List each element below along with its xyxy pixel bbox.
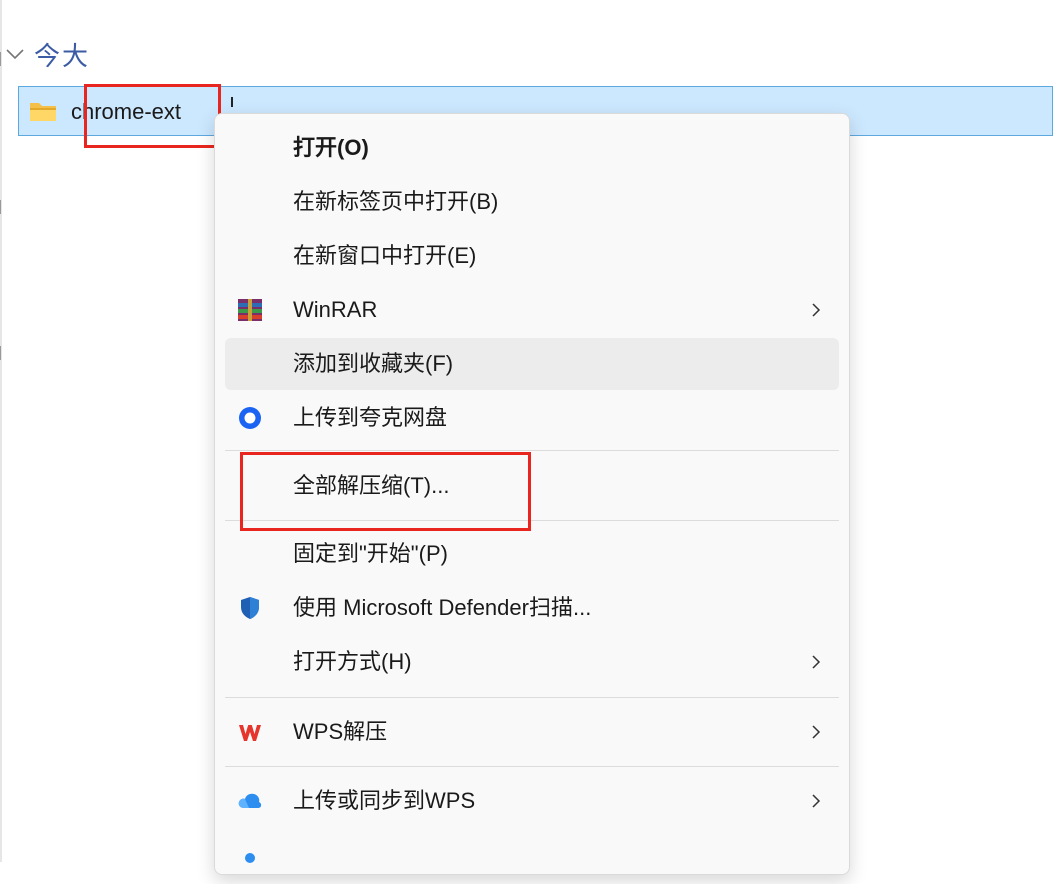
- menu-item-partial: [225, 832, 839, 884]
- menu-item-label: 在新窗口中打开(E): [293, 243, 477, 268]
- annotation-box-filename: [84, 84, 221, 148]
- menu-item-open-new-tab[interactable]: 在新标签页中打开(B): [225, 176, 839, 228]
- menu-item-open-with[interactable]: 打开方式(H): [225, 636, 839, 688]
- folder-icon: [30, 103, 56, 121]
- edge-mark: [0, 200, 7, 214]
- menu-separator: [225, 450, 839, 451]
- menu-item-label: 在新标签页中打开(B): [293, 189, 499, 214]
- menu-item-upload-quark[interactable]: 上传到夸克网盘: [225, 392, 839, 444]
- text-caret: [231, 97, 233, 107]
- winrar-icon: [238, 299, 262, 321]
- menu-item-open-new-window[interactable]: 在新窗口中打开(E): [225, 230, 839, 282]
- chevron-right-icon: [812, 655, 821, 669]
- menu-item-add-favorites[interactable]: 添加到收藏夹(F): [225, 338, 839, 390]
- menu-separator: [225, 766, 839, 767]
- chevron-right-icon: [812, 303, 821, 317]
- quark-drive-icon: [239, 407, 261, 429]
- edge-mark: [0, 346, 7, 360]
- menu-item-wps-extract[interactable]: WPS解压: [225, 706, 839, 758]
- menu-item-label: 上传到夸克网盘: [293, 405, 448, 430]
- annotation-box-extract-all: [240, 452, 531, 531]
- chevron-right-icon: [812, 794, 821, 808]
- menu-item-label: 固定到"开始"(P): [293, 541, 448, 566]
- menu-item-winrar[interactable]: WinRAR: [225, 284, 839, 336]
- defender-shield-icon: [241, 597, 259, 619]
- menu-separator: [225, 697, 839, 698]
- menu-item-label: 打开方式(H): [293, 649, 412, 674]
- partial-icon: [245, 853, 255, 863]
- menu-item-label: WinRAR: [293, 297, 378, 322]
- menu-item-label: 添加到收藏夹(F): [293, 351, 454, 376]
- menu-item-open[interactable]: 打开(O): [225, 122, 839, 174]
- menu-item-label: 使用 Microsoft Defender扫描...: [293, 595, 592, 620]
- menu-item-label: WPS解压: [293, 719, 388, 744]
- menu-item-pin-start[interactable]: 固定到"开始"(P): [225, 528, 839, 580]
- group-header[interactable]: 今大: [4, 36, 90, 72]
- wps-icon: [239, 725, 261, 741]
- menu-item-label: 打开(O): [293, 135, 369, 160]
- chevron-right-icon: [812, 725, 821, 739]
- group-label: 今大: [34, 40, 91, 71]
- chevron-down-icon[interactable]: [4, 43, 26, 65]
- menu-item-label: 上传或同步到WPS: [293, 788, 476, 813]
- menu-item-upload-sync-wps[interactable]: 上传或同步到WPS: [225, 775, 839, 827]
- menu-item-defender-scan[interactable]: 使用 Microsoft Defender扫描...: [225, 582, 839, 634]
- wps-cloud-icon: [238, 793, 262, 808]
- window-left-edge: [0, 0, 2, 862]
